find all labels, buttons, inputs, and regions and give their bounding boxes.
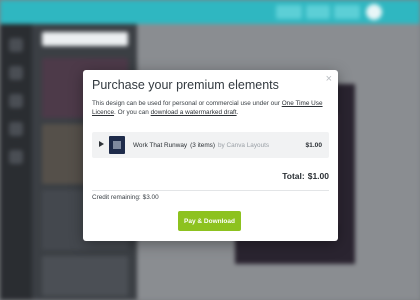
total-label: Total: <box>282 171 305 181</box>
avatar <box>366 4 382 20</box>
left-rail <box>0 24 32 300</box>
total-line: Total: $1.00 <box>282 171 329 181</box>
item-details: Work That Runway (3 items) by Canva Layout… <box>133 142 269 149</box>
total-value: $1.00 <box>307 171 329 181</box>
toolbar-button <box>306 5 330 19</box>
credit-label: Credit remaining: <box>92 194 141 201</box>
rail-icon <box>9 38 23 52</box>
play-icon[interactable] <box>99 141 104 147</box>
description-text: . <box>236 108 239 116</box>
divider <box>92 190 329 191</box>
credit-line: Credit remaining: $3.00 <box>92 194 159 201</box>
top-toolbar <box>0 0 420 24</box>
item-count: (3 items) <box>190 142 215 149</box>
rail-icon <box>9 150 23 164</box>
item-name: Work That Runway <box>133 142 188 149</box>
description-text: . Or you can <box>114 108 151 116</box>
modal-title: Purchase your premium elements <box>92 78 279 92</box>
close-icon[interactable]: × <box>326 74 332 85</box>
watermarked-draft-link[interactable]: download a watermarked draft <box>151 109 237 116</box>
item-thumbnail <box>109 136 125 154</box>
item-author: by Canva Layouts <box>217 142 270 149</box>
toolbar-button <box>334 5 360 19</box>
pay-and-download-button[interactable]: Pay & Download <box>178 211 241 231</box>
modal-description: This design can be used for personal or … <box>92 100 330 117</box>
rail-icon <box>9 122 23 136</box>
panel-thumbnail <box>42 256 128 296</box>
purchase-item-row: Work That Runway (3 items) by Canva Layout… <box>92 132 329 158</box>
rail-icon <box>9 94 23 108</box>
credit-value: $3.00 <box>142 194 159 201</box>
description-text: This design can be used for personal or … <box>92 100 282 107</box>
panel-search-input <box>42 32 128 46</box>
toolbar-button <box>276 5 302 19</box>
purchase-modal: Purchase your premium elements × This de… <box>83 70 338 241</box>
item-price: $1.00 <box>305 142 322 149</box>
rail-icon <box>9 66 23 80</box>
